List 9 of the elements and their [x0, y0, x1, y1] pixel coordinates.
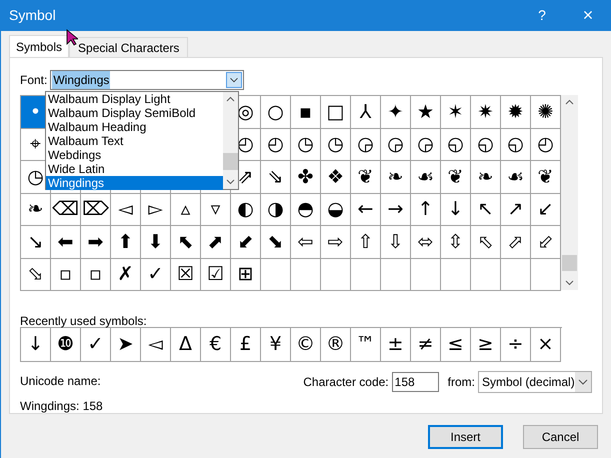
unicode-name-value: Wingdings: 158 [20, 398, 104, 415]
window-title: Symbol [8, 6, 57, 25]
from-value: Symbol (decimal) [481, 374, 575, 391]
font-value: Wingdings [52, 71, 110, 89]
character-code-label: Character code: [303, 374, 389, 391]
recent-symbols-label: Recently used symbols: [20, 313, 148, 327]
unicode-name-label: Unicode name: [20, 373, 102, 390]
from-label: from: [448, 374, 475, 391]
font-label: Font: [20, 72, 48, 89]
